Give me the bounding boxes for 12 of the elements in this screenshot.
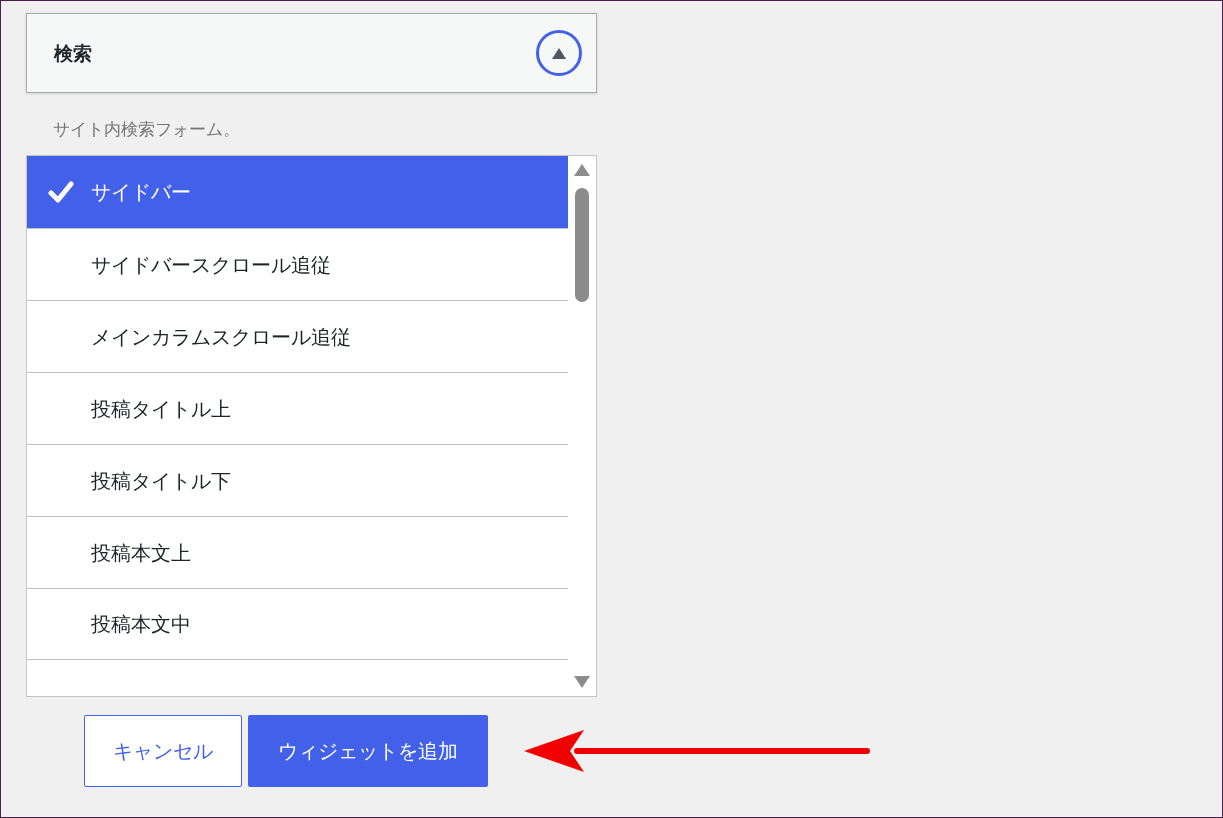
add-widget-button[interactable]: ウィジェットを追加	[248, 715, 488, 787]
area-option[interactable]: サイドバー	[27, 156, 568, 228]
collapse-toggle-button[interactable]	[536, 30, 582, 76]
cancel-button[interactable]: キャンセル	[84, 715, 242, 787]
check-icon	[48, 181, 74, 203]
panel-title: 検索	[54, 40, 92, 66]
panel-description: サイト内検索フォーム。	[53, 118, 241, 141]
area-option[interactable]: 投稿本文中	[27, 588, 568, 660]
scroll-up-icon[interactable]	[574, 164, 590, 176]
scroll-thumb[interactable]	[575, 188, 589, 302]
collapse-icon	[552, 47, 566, 59]
scroll-down-icon[interactable]	[574, 676, 590, 688]
